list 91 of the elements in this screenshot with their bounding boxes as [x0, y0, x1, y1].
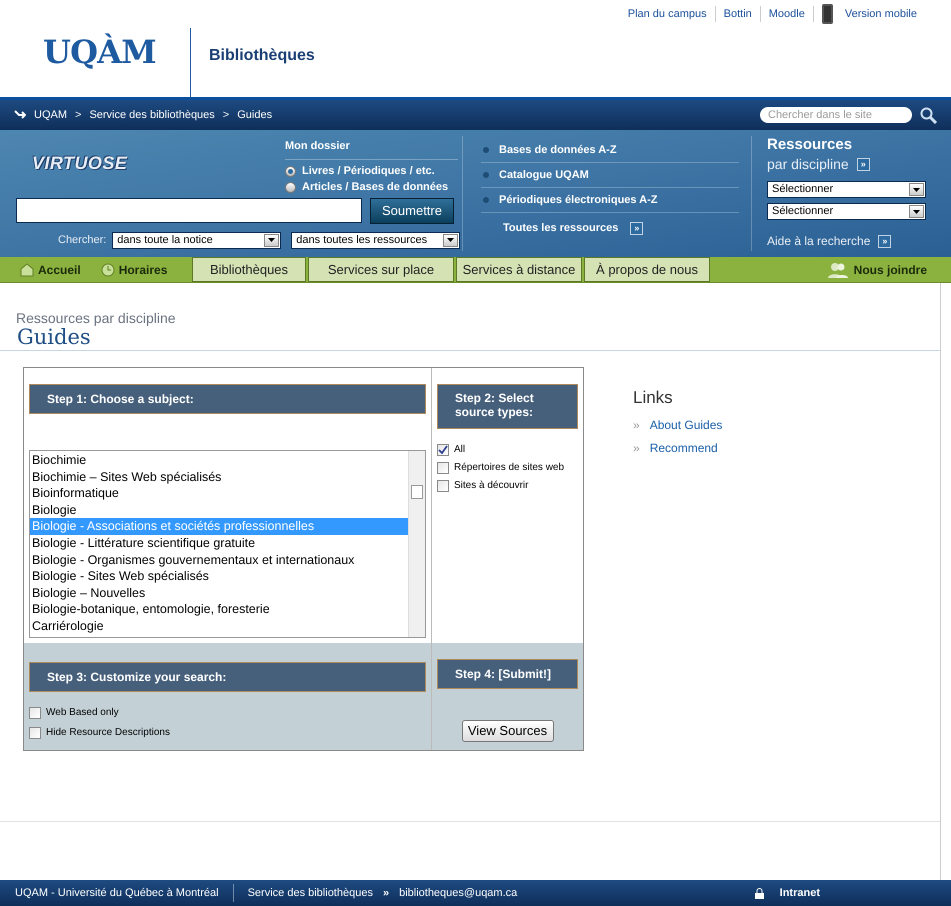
more-icon[interactable]: » [630, 222, 644, 235]
search-icon[interactable] [920, 106, 937, 124]
footer-text: UQAM - Université du Québec à Montréal [15, 886, 219, 901]
dropdown[interactable]: Sélectionner [767, 181, 926, 198]
subject-option[interactable]: Bioinformatique [30, 485, 408, 502]
help-link[interactable]: Aide à la recherche [767, 232, 870, 250]
chevron-icon: » [633, 416, 640, 434]
catalog-search-field[interactable] [16, 198, 362, 223]
bullet-icon [483, 147, 489, 153]
radio-button[interactable] [285, 182, 296, 193]
quick-link[interactable]: Bases de données A-Z [499, 142, 617, 158]
site-title: Bibliothèques [209, 46, 315, 66]
home-icon [20, 262, 34, 276]
nav-link[interactable]: Horaires [118, 260, 168, 278]
quick-link[interactable]: Périodiques électroniques A-Z [499, 192, 658, 208]
checkbox-label: Répertoires de sites web [454, 461, 564, 475]
step-heading: Step 1: Choose a subject: [29, 384, 426, 414]
chevron-icon: » [382, 884, 390, 902]
search-label: Chercher: [58, 232, 106, 248]
checkbox-label: Web Based only [46, 706, 119, 720]
top-link[interactable]: Moodle [768, 6, 805, 22]
view-sources-button[interactable]: View Sources [462, 720, 554, 742]
site-search-field[interactable]: Chercher dans le site [760, 107, 912, 123]
people-icon [828, 262, 848, 278]
lock-icon [754, 888, 764, 898]
breadcrumb-separator: > [222, 108, 230, 123]
bullet-icon [483, 197, 489, 203]
checkbox-label: Sites à découvrir [454, 479, 528, 493]
breadcrumb-link[interactable]: Service des bibliothèques [89, 106, 215, 124]
chevron-icon: » [633, 438, 640, 456]
subject-option[interactable]: Biochimie – Sites Web spécialisés [30, 468, 408, 486]
checkbox[interactable] [437, 480, 449, 492]
page-kicker: Ressources par discipline [16, 310, 177, 326]
step-heading: Step 2: Select source types: [437, 384, 578, 429]
top-link[interactable]: Version mobile [844, 6, 917, 22]
clock-icon [100, 262, 115, 276]
breadcrumb-link[interactable]: Guides [237, 106, 272, 124]
resources-title: Ressources [767, 136, 854, 154]
subject-option[interactable]: Biologie - Organismes gouvernementaux et internationaux [30, 552, 408, 568]
checkbox[interactable] [437, 444, 449, 456]
subject-option[interactable]: Biologie – Nouvelles [30, 584, 408, 602]
checkbox[interactable] [437, 462, 449, 474]
dropdown[interactable]: dans toutes les ressources [291, 232, 460, 248]
dropdown[interactable]: dans toute la notice [112, 232, 282, 248]
breadcrumb-link[interactable]: UQAM [34, 106, 67, 124]
scrollbar[interactable] [408, 451, 425, 637]
subject-option[interactable]: Carriérologie [30, 618, 408, 635]
step-heading: Step 3: Customize your search: [29, 662, 426, 692]
top-link[interactable]: Plan du campus [628, 6, 707, 22]
subject-option[interactable]: Biologie [30, 502, 408, 518]
checkbox[interactable] [29, 706, 41, 718]
radio-button[interactable] [285, 166, 296, 177]
bullet-icon [483, 172, 489, 178]
radio-label: Livres / Périodiques / etc. [302, 164, 435, 180]
more-icon[interactable]: » [856, 158, 870, 171]
submit-button[interactable]: Soumettre [370, 198, 454, 224]
top-link[interactable]: Bottin [724, 6, 752, 22]
intranet-link[interactable]: Intranet [780, 884, 820, 902]
checkbox-label: Hide Resource Descriptions [46, 726, 170, 740]
subject-option[interactable]: Biochimie [30, 452, 408, 469]
subject-option[interactable]: Biologie - Sites Web spécialisés [30, 568, 408, 585]
step-heading: Step 4: [Submit!] [437, 659, 578, 689]
email-link[interactable]: bibliotheques@uqam.ca [399, 884, 518, 902]
radio-label: Articles / Bases de données [302, 180, 448, 196]
breadcrumb-separator: > [75, 108, 82, 123]
nav-tab[interactable]: Services à distance [456, 257, 582, 282]
subject-option[interactable]: Biologie - Littérature scientifique gratuite [30, 534, 408, 552]
contact-link[interactable]: Nous joindre [854, 260, 927, 278]
resources-subtitle: par discipline [767, 155, 849, 174]
links-item[interactable]: About Guides [650, 416, 722, 434]
checkbox[interactable] [29, 726, 41, 738]
links-item[interactable]: Recommend [650, 438, 718, 456]
section-heading: Mon dossier [285, 138, 458, 160]
subject-option[interactable]: Biologie-botanique, entomologie, foresterie [30, 601, 408, 618]
checkbox-label: All [454, 443, 466, 457]
logo[interactable]: UQÀM [43, 28, 156, 76]
dropdown[interactable]: Sélectionner [767, 203, 926, 220]
mobile-phone-icon [822, 4, 833, 24]
virtuose-logo: VIRTUOSE [32, 152, 128, 175]
nav-link[interactable]: Accueil [38, 260, 81, 278]
arrow-icon [14, 110, 26, 120]
nav-tab[interactable]: Services sur place [308, 257, 454, 282]
all-resources-link[interactable]: Toutes les ressources [503, 220, 618, 236]
subject-listbox[interactable] [29, 450, 426, 638]
links-heading: Links [633, 387, 674, 409]
more-icon[interactable]: » [878, 234, 892, 248]
page-title: Guides [17, 326, 92, 348]
footer-link[interactable]: Service des bibliothèques [248, 884, 373, 902]
nav-tab[interactable]: Bibliothèques [192, 257, 306, 282]
nav-tab[interactable]: À propos de nous [584, 257, 710, 282]
quick-link[interactable]: Catalogue UQAM [499, 166, 589, 184]
